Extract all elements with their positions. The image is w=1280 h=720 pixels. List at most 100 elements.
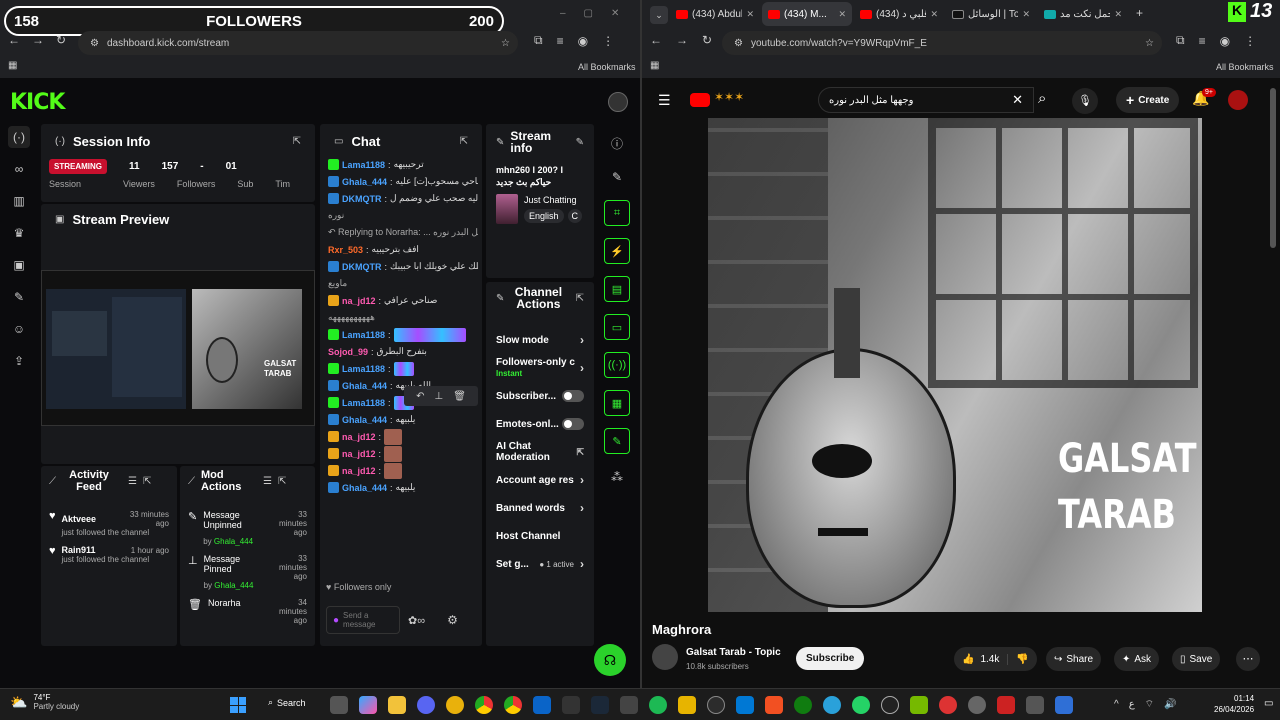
extensions-icon[interactable]: ⧉ [1176,33,1185,48]
all-bookmarks[interactable]: All Bookmarks [1216,62,1274,72]
chat-message[interactable]: na_jd12: [328,445,478,462]
app-icon[interactable] [939,696,957,714]
copilot-icon[interactable] [359,696,377,714]
chat-message[interactable]: na_jd12: [328,462,478,479]
tag-english[interactable]: English [524,209,564,223]
chat-username[interactable]: na_jd12 [342,449,376,459]
pencil-icon[interactable]: ✎ [606,166,628,188]
notification-center-icon[interactable]: ▭ [1264,698,1273,709]
channel-name[interactable]: Galsat Tarab - Topic [686,647,781,658]
media-icon[interactable]: ≡ [557,34,564,48]
link-nav-icon[interactable]: ∞ [8,158,30,180]
start-button-icon[interactable] [230,697,246,713]
mic-icon[interactable]: ● [333,615,339,626]
chatgpt-icon[interactable] [881,696,899,714]
chat-username[interactable]: Ghala_444 [342,483,387,493]
browser-tab[interactable]: الوسائل | Tok✕ [946,2,1036,26]
menu-icon[interactable]: ⋮ [1244,34,1256,48]
chat-username[interactable]: na_jd12 [342,296,376,306]
file-explorer-icon[interactable] [388,696,406,714]
kick-extension-logo[interactable]: K [1228,2,1246,22]
chat-message[interactable]: na_jd12: صناحي عرافي [328,292,478,309]
popout-icon[interactable]: ⇱ [278,476,286,487]
user-avatar[interactable] [608,92,628,112]
back-icon[interactable]: ← [8,33,20,47]
channel-action-item[interactable]: Set g... ● 1 active › [486,550,594,578]
edit-icon[interactable]: ✎ [576,137,584,148]
close-tab-icon[interactable]: ✕ [1022,9,1030,20]
doodle-icon[interactable]: ✶✶✶ [714,90,744,104]
chat-message[interactable]: Ghala_444: يلبيهه [328,411,478,428]
channel-action-item[interactable]: AI Chat Moderation ⇱ [486,438,594,466]
popout-icon[interactable]: ⇱ [576,293,584,304]
chat-username[interactable]: na_jd12 [342,432,376,442]
filter-icon[interactable]: ☰ [128,476,137,487]
popout-icon[interactable]: ⇱ [460,136,468,147]
search-button-icon[interactable]: ⌕ [1038,90,1046,107]
close-tab-icon[interactable]: ✕ [838,9,846,20]
menu-icon[interactable]: ⋮ [602,34,614,48]
chrome-icon[interactable] [504,696,522,714]
app-icon[interactable] [620,696,638,714]
mod-user[interactable]: Ghala_444 [214,537,253,546]
ask-button[interactable]: ✦ Ask [1114,647,1160,671]
channel-action-item[interactable]: Account age res › [486,466,594,494]
subscribe-button[interactable]: Subscribe [796,647,865,670]
chat-username[interactable]: Ghala_444 [342,381,387,391]
analytics-nav-icon[interactable]: ▥ [8,190,30,212]
chat-message[interactable]: na_jd12: [328,428,478,445]
popout-icon[interactable]: ⇱ [143,476,151,487]
new-tab-icon[interactable]: + [1136,6,1143,20]
app-icon[interactable] [678,696,696,714]
chat-messages[interactable]: Lama1188:ترحيبيههGhala_444:صناحي مسحوب[ت… [328,156,478,576]
emote-icon[interactable]: ✿∞ [408,614,425,627]
upload-nav-icon[interactable]: ⇪ [8,350,30,372]
chat-username[interactable]: Lama1188 [342,364,385,374]
chat-username[interactable]: na_jd12 [342,466,376,476]
steam-icon[interactable] [591,696,609,714]
more-actions-icon[interactable]: ⋯ [1236,647,1260,671]
clip-icon[interactable]: ⌗ [604,200,630,226]
whatsapp-icon[interactable] [852,696,870,714]
settings-icon[interactable] [968,696,986,714]
spotify-icon[interactable] [649,696,667,714]
tray-overflow-icon[interactable]: ^ [1114,699,1119,710]
nvidia-icon[interactable] [910,696,928,714]
youtube-search-input[interactable]: وجهها مثل البدر نوره ✕ [818,87,1034,113]
app-icon[interactable] [997,696,1015,714]
xbox-icon[interactable] [794,696,812,714]
chat-message[interactable]: ههههههههههه [328,309,478,326]
category-name[interactable]: Just Chatting [524,195,582,205]
chat-message[interactable]: ↶ Replying to Norarha: ... مثل البدر نور… [328,224,478,241]
browser-tab[interactable]: أجمل نكت مد... ✕ [1038,2,1128,26]
tab-search-icon[interactable]: ⌄ [650,6,668,24]
chat-message[interactable]: Lama1188: [328,360,478,377]
back-icon[interactable]: ← [650,33,662,47]
share-button[interactable]: ↪ Share [1046,647,1102,671]
save-button[interactable]: ▯ Save [1172,647,1221,671]
chat-username[interactable]: Ghala_444 [342,415,387,425]
notes-icon[interactable]: ▤ [604,276,630,302]
forward-icon[interactable]: → [676,33,688,47]
network-icon[interactable]: ⌔ [1145,698,1154,711]
chat-username[interactable]: Lama1188 [342,160,385,170]
close-tab-icon[interactable]: ✕ [930,9,938,20]
chat-username[interactable]: DKMQTR [342,194,382,204]
address-bar[interactable]: ⚙ youtube.com/watch?v=Y9WRqpVmF_E ☆ [722,31,1162,55]
youtube-logo-icon[interactable] [690,93,710,107]
close-tab-icon[interactable]: ✕ [746,9,754,20]
reload-icon[interactable]: ↻ [56,33,66,47]
chat-message[interactable]: DKMQTR: عيلك علي خويلك ابا حبيبك [328,258,478,275]
channel-action-item[interactable]: Emotes-onl... [486,410,594,438]
defender-icon[interactable] [1055,696,1073,714]
task-view-icon[interactable] [330,696,348,714]
extensions-icon[interactable]: ⧉ [534,33,543,48]
app-icon[interactable] [765,696,783,714]
chat-message[interactable]: Sojod_99: بتفرح البطرق [328,343,478,360]
media-icon[interactable]: ≡ [1199,34,1206,48]
clock[interactable]: 01:14 26/04/2026 [1214,693,1254,715]
tools-nav-icon[interactable]: ✎ [8,286,30,308]
profile-icon[interactable]: ◉ [1220,34,1230,48]
preview-video[interactable]: GALSAT TARAB [41,270,315,426]
language-icon[interactable]: ع [1129,699,1135,710]
